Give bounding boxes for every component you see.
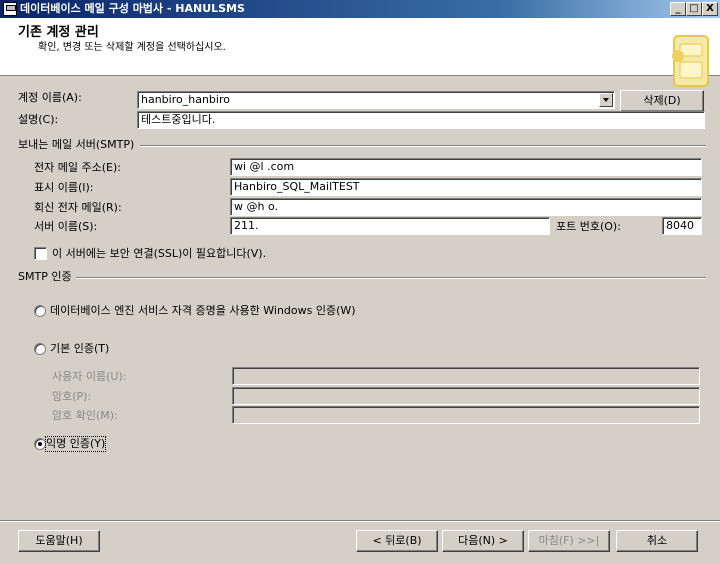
chevron-down-icon[interactable] (599, 93, 613, 107)
finish-button[interactable]: 마침(F) >>| (528, 530, 610, 552)
display-name-input[interactable]: Hanbiro_SQL_MailTEST (230, 178, 702, 196)
delete-account-button[interactable]: 삭제(D) (620, 90, 704, 112)
anonymous-auth-label[interactable]: 익명 인증(Y) (44, 436, 107, 452)
password-input[interactable] (232, 387, 700, 405)
description-input[interactable]: 테스트중입니다. (137, 111, 705, 129)
basic-auth-label[interactable]: 기본 인증(T) (50, 342, 109, 356)
close-button[interactable]: X (702, 2, 718, 16)
account-name-dropdown[interactable]: hanbiro_hanbiro (137, 91, 615, 109)
server-name-input[interactable]: 211. (230, 217, 550, 235)
ssl-checkbox[interactable] (34, 247, 47, 260)
smtp-auth-group-label: SMTP 인증 (18, 270, 72, 283)
email-address-label: 전자 메일 주소(E): (34, 161, 121, 174)
minimize-button[interactable]: _ (670, 2, 686, 16)
cancel-button[interactable]: 취소 (616, 530, 698, 552)
back-button[interactable]: < 뒤로(B) (356, 530, 438, 552)
account-name-value: hanbiro_hanbiro (141, 93, 230, 106)
database-mail-logo-icon (672, 35, 709, 87)
confirm-password-input[interactable] (232, 406, 700, 424)
server-name-label: 서버 이름(S): (34, 220, 98, 233)
password-label: 암호(P): (52, 390, 92, 403)
reply-email-label: 회신 전자 메일(R): (34, 201, 122, 214)
smtp-auth-group-divider (76, 277, 706, 279)
anonymous-auth-radio[interactable] (34, 438, 46, 450)
email-address-input[interactable]: wi @l .com (230, 158, 702, 176)
app-icon (3, 2, 17, 16)
port-number-label: 포트 번호(O): (556, 220, 621, 233)
username-label: 사용자 이름(U): (52, 370, 127, 383)
description-label: 설명(C): (18, 113, 59, 126)
windows-auth-label[interactable]: 데이터베이스 엔진 서비스 자격 증명을 사용한 Windows 인증(W) (50, 304, 356, 318)
ssl-label[interactable]: 이 서버에는 보안 연결(SSL)이 필요합니다(V). (52, 247, 266, 261)
footer-divider (0, 520, 720, 522)
window-title: 데이터베이스 메일 구성 마법사 - HANULSMS (20, 2, 245, 15)
port-number-input[interactable]: 8040 (662, 217, 702, 235)
help-button[interactable]: 도움말(H) (18, 530, 100, 552)
page-subtitle: 확인, 변경 또는 삭제할 계정을 선택하십시오. (38, 42, 226, 53)
display-name-label: 표시 이름(I): (34, 181, 94, 194)
confirm-password-label: 암호 확인(M): (52, 409, 118, 422)
basic-auth-radio[interactable] (34, 343, 46, 355)
window-title-bar: 데이터베이스 메일 구성 마법사 - HANULSMS (0, 0, 720, 18)
smtp-group-label: 보내는 메일 서버(SMTP) (18, 138, 135, 151)
account-name-label: 계정 이름(A): (18, 91, 82, 104)
username-input[interactable] (232, 367, 700, 385)
next-button[interactable]: 다음(N) > (442, 530, 524, 552)
wizard-header: 기존 계정 관리 확인, 변경 또는 삭제할 계정을 선택하십시오. (0, 18, 720, 87)
windows-auth-radio[interactable] (34, 305, 46, 317)
smtp-group-divider (140, 145, 706, 147)
reply-email-input[interactable]: w @h o. (230, 198, 702, 216)
maximize-button[interactable]: □ (686, 2, 702, 16)
